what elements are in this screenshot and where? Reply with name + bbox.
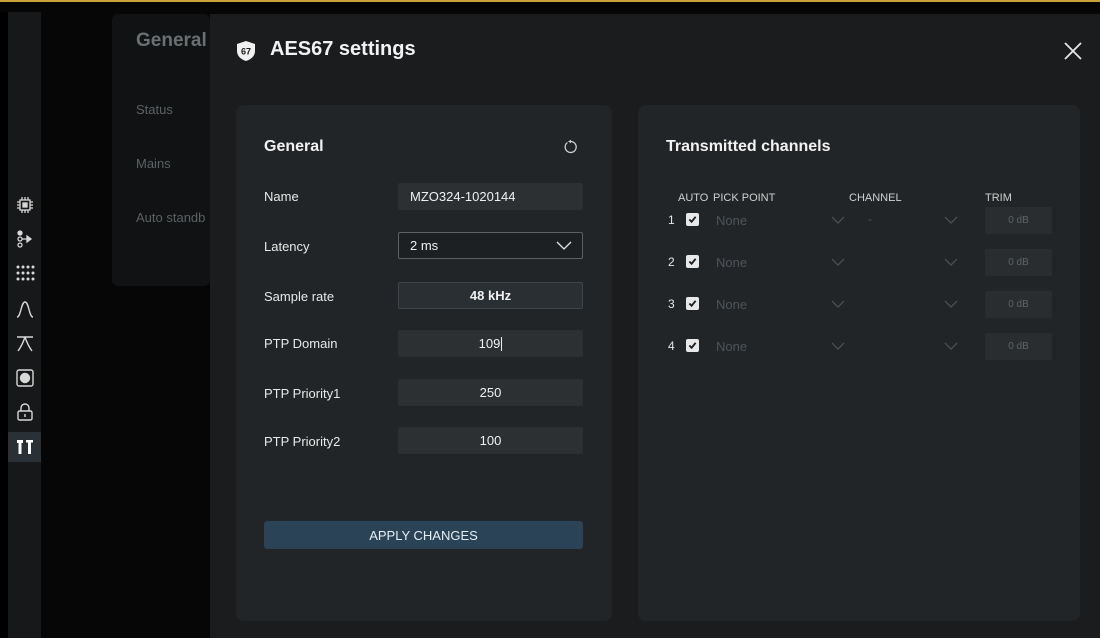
name-field[interactable]: MZO324-1020144 xyxy=(398,183,583,210)
rail-edge xyxy=(0,12,8,638)
chevron-down-icon xyxy=(944,258,958,266)
lock-icon[interactable] xyxy=(8,397,41,427)
text-cursor xyxy=(501,336,503,351)
reset-icon[interactable] xyxy=(563,139,579,155)
channel-number: 2 xyxy=(668,255,675,269)
channel-number: 1 xyxy=(668,213,675,227)
close-icon[interactable] xyxy=(1062,40,1084,62)
general-card: General Name MZO324-1020144 Latency 2 ms… xyxy=(236,105,612,621)
ptp-domain-value: 109 xyxy=(478,336,501,351)
general-card-title: General xyxy=(264,138,324,155)
tools-icon[interactable] xyxy=(8,432,41,462)
filter-icon[interactable] xyxy=(8,328,41,358)
table-row: 2 None 0 dB xyxy=(638,249,1080,276)
curve-icon[interactable] xyxy=(8,294,41,324)
svg-text:67: 67 xyxy=(241,47,251,57)
header-trim: TRIM xyxy=(985,192,1012,204)
ptp-priority2-label: PTP Priority2 xyxy=(264,434,341,449)
ptp-domain-field[interactable]: 109 xyxy=(398,330,583,357)
name-label: Name xyxy=(264,189,299,204)
channel-select[interactable]: - xyxy=(868,212,872,226)
header-pick-point: PICK POINT xyxy=(713,192,776,204)
pick-point-select[interactable]: None xyxy=(716,297,747,312)
table-row: 1 None - 0 dB xyxy=(638,207,1080,234)
background-settings-panel: General Status Mains Auto standb xyxy=(112,14,210,286)
pick-point-select[interactable]: None xyxy=(716,339,747,354)
transmitted-channels-card: Transmitted channels AUTO PICK POINT CHA… xyxy=(638,105,1080,621)
chevron-down-icon xyxy=(831,258,845,266)
chevron-down-icon xyxy=(831,300,845,308)
aes67-logo-icon: 67 xyxy=(235,40,257,62)
latency-value: 2 ms xyxy=(410,238,439,253)
chevron-down-icon xyxy=(556,241,572,250)
latency-select[interactable]: 2 ms xyxy=(398,232,583,259)
routing-icon[interactable] xyxy=(8,224,41,254)
trim-field[interactable]: 0 dB xyxy=(985,291,1052,318)
chevron-down-icon xyxy=(831,216,845,224)
icon-rail xyxy=(8,12,41,638)
ptp-priority1-label: PTP Priority1 xyxy=(264,386,341,401)
header-auto: AUTO xyxy=(678,192,709,204)
background-item-auto-standby: Auto standb xyxy=(136,210,206,225)
background-panel-title: General xyxy=(136,30,207,51)
channel-number: 4 xyxy=(668,339,675,353)
auto-checkbox[interactable] xyxy=(686,339,699,352)
table-row: 3 None 0 dB xyxy=(638,291,1080,318)
ptp-domain-label: PTP Domain xyxy=(264,336,338,351)
chip-icon[interactable] xyxy=(8,190,41,220)
speaker-icon[interactable] xyxy=(8,363,41,393)
pick-point-select[interactable]: None xyxy=(716,213,747,228)
dialog-title: AES67 settings xyxy=(270,38,416,60)
aes67-settings-dialog: 67 AES67 settings General Name MZO324-10… xyxy=(210,14,1100,638)
auto-checkbox[interactable] xyxy=(686,297,699,310)
background-item-mains: Mains xyxy=(136,156,171,171)
trim-field[interactable]: 0 dB xyxy=(985,333,1052,360)
background-item-status: Status xyxy=(136,102,173,117)
apply-changes-button[interactable]: APPLY CHANGES xyxy=(264,521,583,549)
chevron-down-icon xyxy=(944,216,958,224)
ptp-priority1-field[interactable]: 250 xyxy=(398,379,583,406)
table-row: 4 None 0 dB xyxy=(638,333,1080,360)
trim-field[interactable]: 0 dB xyxy=(985,249,1052,276)
ptp-priority2-field[interactable]: 100 xyxy=(398,427,583,454)
header-channel: CHANNEL xyxy=(849,192,902,204)
latency-label: Latency xyxy=(264,239,310,254)
channel-number: 3 xyxy=(668,297,675,311)
pick-point-select[interactable]: None xyxy=(716,255,747,270)
trim-field[interactable]: 0 dB xyxy=(985,207,1052,234)
transmitted-channels-title: Transmitted channels xyxy=(666,138,831,155)
chevron-down-icon xyxy=(831,342,845,350)
chevron-down-icon xyxy=(944,342,958,350)
app-window: General Status Mains Auto standb 67 AES6… xyxy=(0,0,1100,638)
sample-rate-field[interactable]: 48 kHz xyxy=(398,282,583,309)
auto-checkbox[interactable] xyxy=(686,255,699,268)
auto-checkbox[interactable] xyxy=(686,213,699,226)
sample-rate-label: Sample rate xyxy=(264,289,335,304)
chevron-down-icon xyxy=(944,300,958,308)
grid-icon[interactable] xyxy=(8,258,41,288)
